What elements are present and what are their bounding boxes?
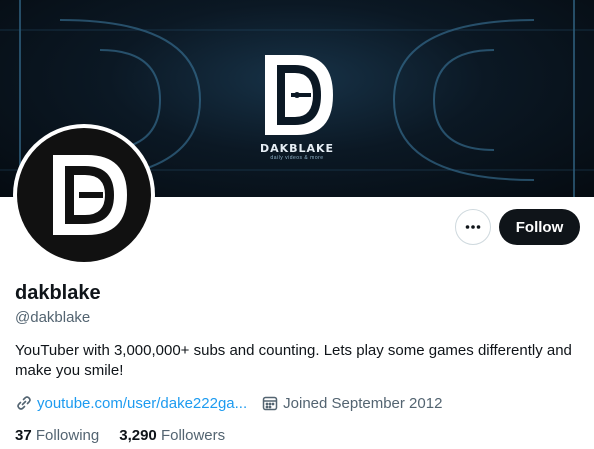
following-link[interactable]: 37 Following bbox=[15, 427, 99, 444]
website-link[interactable]: youtube.com/user/dake222ga... bbox=[37, 395, 247, 412]
banner-brand-name: DAKBLAKE bbox=[259, 142, 335, 155]
followers-link[interactable]: 3,290 Followers bbox=[119, 427, 225, 444]
following-count: 37 bbox=[15, 427, 32, 444]
more-options-button[interactable] bbox=[455, 209, 491, 245]
followers-count: 3,290 bbox=[119, 427, 157, 444]
avatar-image bbox=[17, 128, 151, 262]
calendar-icon bbox=[261, 394, 279, 412]
following-label: Following bbox=[35, 427, 100, 444]
profile-stats: 37 Following 3,290 Followers bbox=[15, 427, 245, 444]
banner-logo: DAKBLAKE daily videos & more bbox=[255, 50, 339, 161]
dakblake-avatar-logo-icon bbox=[53, 155, 127, 235]
dakblake-logo-icon bbox=[265, 55, 333, 135]
link-icon bbox=[15, 394, 33, 412]
banner-brand-tagline: daily videos & more bbox=[270, 155, 324, 161]
profile-bio: YouTuber with 3,000,000+ subs and counti… bbox=[15, 342, 572, 379]
more-horizontal-icon bbox=[465, 225, 481, 229]
avatar[interactable] bbox=[13, 124, 155, 266]
followers-label: Followers bbox=[160, 427, 226, 444]
display-name: dakblake bbox=[15, 282, 101, 304]
joined-date: Joined September 2012 bbox=[283, 394, 443, 412]
follow-button[interactable]: Follow bbox=[499, 209, 580, 245]
user-handle: @dakblake bbox=[15, 309, 91, 326]
profile-meta: youtube.com/user/dake222ga... Joined Sep… bbox=[15, 393, 442, 413]
